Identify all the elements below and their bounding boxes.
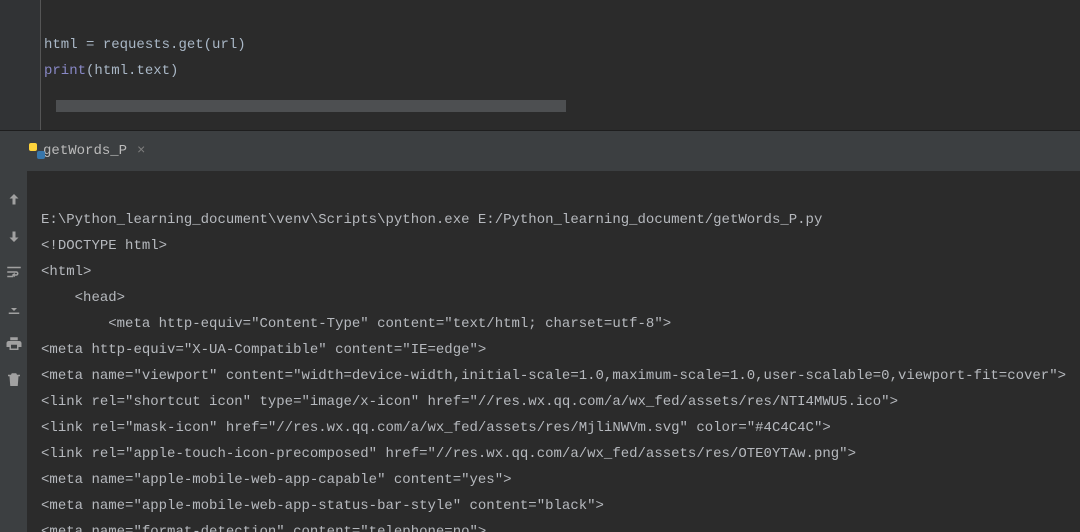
wrap-text-icon[interactable] [5,263,23,281]
console-line: <meta name="apple-mobile-web-app-capable… [41,472,511,488]
console-line: <html> [41,264,91,280]
run-body: getWords_P × E:\Python_learning_document… [27,131,1080,532]
console-output[interactable]: E:\Python_learning_document\venv\Scripts… [27,171,1080,532]
download-icon[interactable] [5,299,23,317]
editor-gutter [0,0,41,130]
console-line: <!DOCTYPE html> [41,238,167,254]
code-line-2: print(html.text) [44,63,178,79]
console-line: <link rel="mask-icon" href="//res.wx.qq.… [41,420,831,436]
down-arrow-icon[interactable] [5,227,23,245]
close-icon[interactable]: × [137,143,145,159]
console-line: E:\Python_learning_document\venv\Scripts… [41,212,822,228]
console-line: <link rel="apple-touch-icon-precomposed"… [41,446,856,462]
run-tab-label: getWords_P [43,143,127,159]
console-line: <meta name="format-detection" content="t… [41,524,486,532]
up-arrow-icon[interactable] [5,191,23,209]
code-line-1: html = requests.get(url) [44,37,246,53]
run-tool-window: getWords_P × E:\Python_learning_document… [0,131,1080,532]
print-icon[interactable] [5,335,23,353]
console-line: <link rel="shortcut icon" type="image/x-… [41,394,898,410]
run-tab-bar: getWords_P × [27,131,1080,171]
trash-icon[interactable] [5,371,23,389]
code-content[interactable]: html = requests.get(url) print(html.text… [44,6,246,110]
console-line: <meta http-equiv="Content-Type" content=… [41,316,671,332]
editor-horizontal-scrollbar[interactable] [56,100,566,112]
run-tab-getwords[interactable]: getWords_P × [27,131,155,171]
console-line: <meta http-equiv="X-UA-Compatible" conte… [41,342,486,358]
console-line: <meta name="viewport" content="width=dev… [41,368,1066,384]
console-line: <meta name="apple-mobile-web-app-status-… [41,498,604,514]
run-toolbar [0,131,27,532]
console-line: <head> [41,290,125,306]
code-editor-pane: html = requests.get(url) print(html.text… [0,0,1080,131]
